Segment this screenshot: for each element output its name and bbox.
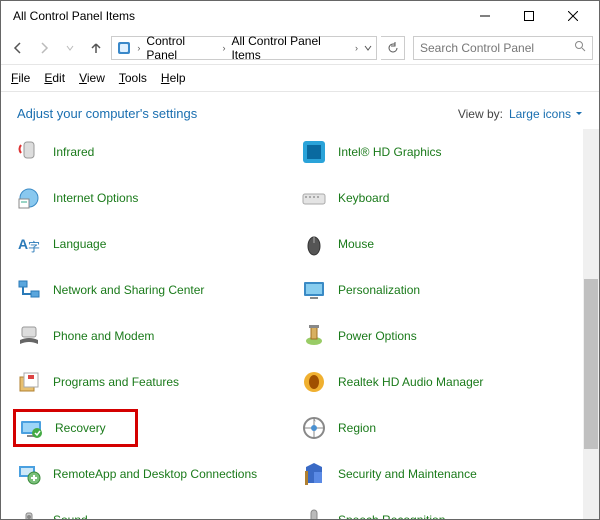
intel-icon [300,138,328,166]
infrared-icon [15,138,43,166]
scrollbar[interactable] [583,129,599,519]
menu-file[interactable]: File [11,71,30,85]
sound-icon [15,506,43,519]
control-panel-item[interactable]: Speech Recognition [300,503,581,519]
item-label: RemoteApp and Desktop Connections [53,467,257,481]
control-panel-item[interactable]: Region [300,411,581,445]
item-label: Personalization [338,283,420,297]
chevron-right-icon: › [222,43,225,53]
menu-view[interactable]: View [79,71,105,85]
item-label: Phone and Modem [53,329,154,343]
recovery-icon [17,414,45,442]
close-button[interactable] [551,2,595,30]
minimize-button[interactable] [463,2,507,30]
chevron-right-icon: › [355,43,358,53]
control-panel-item[interactable]: Power Options [300,319,581,353]
back-button[interactable] [7,37,29,59]
region-icon [300,414,328,442]
control-panel-item[interactable]: Internet Options [15,181,296,215]
page-title: Adjust your computer's settings [17,106,458,121]
search-placeholder: Search Control Panel [420,41,574,55]
svg-text:A: A [18,236,28,252]
viewby-label: View by: [458,107,503,121]
item-label: Security and Maintenance [338,467,477,481]
realtek-icon [300,368,328,396]
control-panel-item[interactable]: Infrared [15,135,296,169]
chevron-right-icon: › [137,43,140,53]
control-panel-item[interactable]: A字 Language [15,227,296,261]
control-panel-item[interactable]: Security and Maintenance [300,457,581,491]
viewby-dropdown[interactable]: Large icons [509,107,583,121]
control-panel-item[interactable]: Intel® HD Graphics [300,135,581,169]
control-panel-item[interactable]: Realtek HD Audio Manager [300,365,581,399]
item-label: Recovery [55,421,106,435]
control-panel-item[interactable]: RemoteApp and Desktop Connections [15,457,296,491]
header: Adjust your computer's settings View by:… [1,92,599,129]
network-icon [15,276,43,304]
search-input[interactable]: Search Control Panel [413,36,593,60]
power-icon [300,322,328,350]
item-label: Intel® HD Graphics [338,145,442,159]
inetopt-icon [15,184,43,212]
control-panel-item[interactable]: Programs and Features [15,365,296,399]
item-label: Speech Recognition [338,513,445,519]
item-label: Realtek HD Audio Manager [338,375,483,389]
menu-edit[interactable]: Edit [44,71,65,85]
recent-dropdown[interactable] [59,37,81,59]
menubar: File Edit View Tools Help [1,65,599,92]
keyboard-icon [300,184,328,212]
titlebar: All Control Panel Items [1,1,599,31]
control-panel-item[interactable]: Recovery [15,411,136,445]
menu-tools[interactable]: Tools [119,71,147,85]
navbar: › Control Panel › All Control Panel Item… [1,31,599,65]
chevron-down-icon [575,110,583,118]
phone-icon [15,322,43,350]
control-panel-icon [116,40,131,56]
remoteapp-icon [15,460,43,488]
search-icon [574,40,586,55]
item-label: Infrared [53,145,94,159]
personalization-icon [300,276,328,304]
language-icon: A字 [15,230,43,258]
breadcrumb-item[interactable]: All Control Panel Items [231,34,349,62]
security-icon [300,460,328,488]
maximize-button[interactable] [507,2,551,30]
address-bar[interactable]: › Control Panel › All Control Panel Item… [111,36,377,60]
item-label: Internet Options [53,191,138,205]
control-panel-item[interactable]: Phone and Modem [15,319,296,353]
address-dropdown[interactable] [364,41,372,55]
forward-button[interactable] [33,37,55,59]
item-label: Mouse [338,237,374,251]
refresh-button[interactable] [381,36,405,60]
scrollbar-thumb[interactable] [584,279,598,449]
control-panel-item[interactable]: Network and Sharing Center [15,273,296,307]
menu-help[interactable]: Help [161,71,186,85]
control-panel-item[interactable]: Sound [15,503,296,519]
up-button[interactable] [85,37,107,59]
svg-text:字: 字 [28,239,40,254]
item-label: Programs and Features [53,375,179,389]
control-panel-item[interactable]: Keyboard [300,181,581,215]
control-panel-item[interactable]: Personalization [300,273,581,307]
window-title: All Control Panel Items [9,9,463,23]
speech-icon [300,506,328,519]
items-grid: Infrared Intel® HD Graphics Internet Optio… [1,129,599,519]
content: Infrared Intel® HD Graphics Internet Optio… [1,129,599,519]
item-label: Keyboard [338,191,389,205]
mouse-icon [300,230,328,258]
item-label: Sound [53,513,88,519]
item-label: Language [53,237,106,251]
control-panel-item[interactable]: Mouse [300,227,581,261]
breadcrumb-item[interactable]: Control Panel [146,34,216,62]
programs-icon [15,368,43,396]
window: All Control Panel Items › Control Panel … [0,0,600,520]
item-label: Network and Sharing Center [53,283,204,297]
item-label: Power Options [338,329,417,343]
item-label: Region [338,421,376,435]
